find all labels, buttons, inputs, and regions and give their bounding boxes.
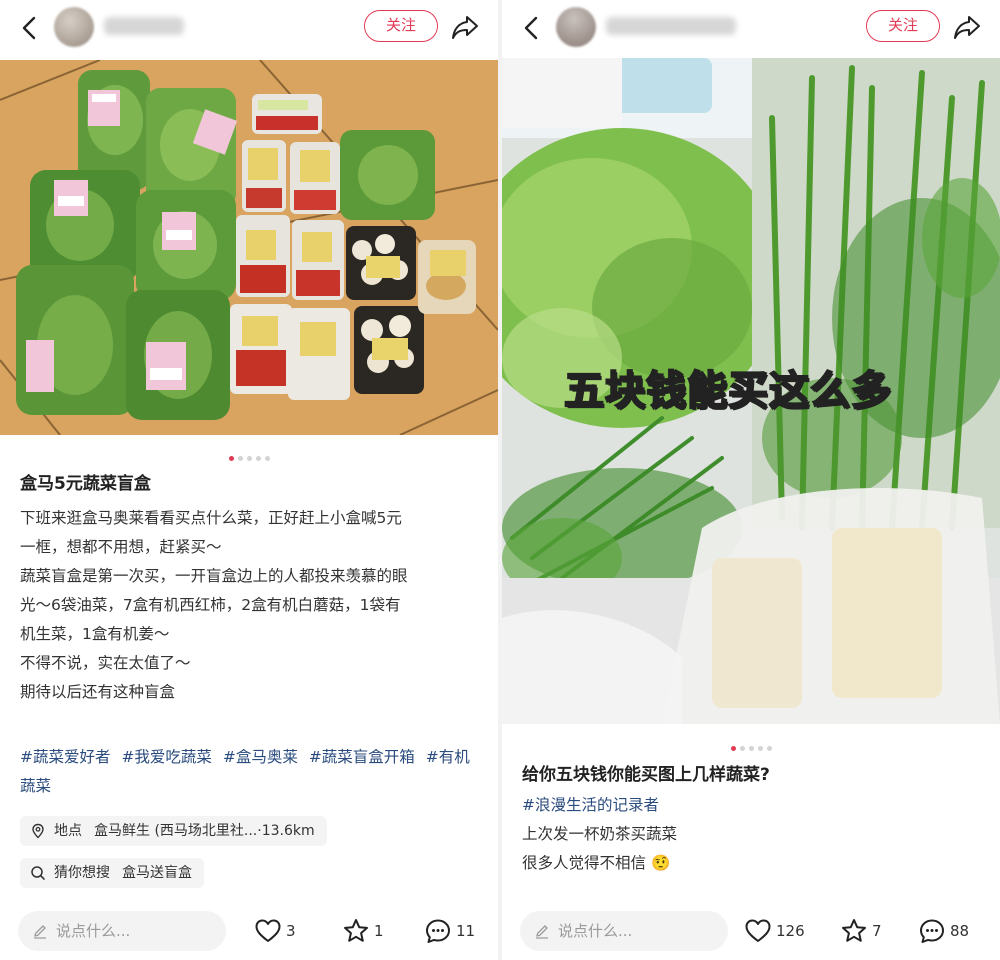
location-pin-icon (32, 823, 44, 839)
post-body-line: 很多人觉得不相信 🤨 (522, 849, 980, 878)
share-icon[interactable] (450, 12, 480, 42)
post-title: 给你五块钱你能买图上几样蔬菜? (522, 765, 770, 785)
search-suggestion: 盒马送盲盒 (122, 865, 192, 881)
pencil-icon (34, 925, 46, 939)
author-avatar[interactable] (556, 7, 596, 47)
collect-count: 7 (872, 922, 882, 940)
post-body-line: 机生菜，1盒有机姜～ (20, 625, 170, 643)
pagination-dot (264, 456, 270, 461)
post-image-vegetables[interactable]: 五块钱能买这么多 (502, 58, 1000, 724)
like-count: 3 (286, 922, 296, 940)
bottom-action-bar: 说点什么... 126 7 88 (502, 902, 1000, 960)
post-header: 关注 (0, 0, 498, 56)
comment-count: 11 (456, 922, 476, 940)
post-body-line: 光～6袋油菜，7盒有机西红柿，2盒有机白蘑菇，1袋有 (20, 596, 401, 614)
overlay-caption: 五块钱能买这么多 (563, 367, 892, 415)
post-tags: #浪漫生活的记录者 (522, 791, 976, 820)
post-header: 关注 (502, 0, 1000, 56)
post-body-text: 很多人觉得不相信 (522, 854, 647, 872)
comment-button[interactable]: 88 (918, 916, 969, 946)
pagination-dot-active (730, 746, 736, 751)
pagination-dot (237, 456, 243, 461)
comment-placeholder: 说点什么... (558, 922, 633, 940)
related-search-chip[interactable]: 猜你想搜 盒马送盲盒 (20, 858, 204, 888)
pagination-dot (246, 456, 252, 461)
post-body-line: 不得不说，实在太值了～ (20, 654, 191, 672)
post-body: 上次发一杯奶茶买蔬菜 很多人觉得不相信 🤨 (522, 820, 980, 878)
bottom-action-bar: 说点什么... 3 1 11 (0, 902, 498, 960)
author-name-blurred[interactable] (104, 17, 184, 35)
pagination-dot (748, 746, 754, 751)
location-distance: ·13.6km (257, 823, 315, 839)
post-body-line: 蔬菜盲盒是第一次买，一开盲盒边上的人都投来羡慕的眼 (20, 567, 408, 585)
search-label: 猜你想搜 (54, 865, 110, 881)
author-avatar[interactable] (54, 7, 94, 47)
post-tags: #蔬菜爱好者 #我爱吃蔬菜 #盒马奥莱 #蔬菜盲盒开箱 #有机蔬菜 (20, 743, 474, 801)
follow-button[interactable]: 关注 (364, 10, 438, 42)
like-count: 126 (776, 922, 805, 940)
location-label: 地点 (54, 823, 82, 839)
back-arrow-icon[interactable] (18, 14, 42, 42)
star-icon (842, 919, 866, 942)
star-icon (344, 919, 368, 942)
comment-input[interactable]: 说点什么... (18, 911, 226, 951)
heart-icon (745, 919, 771, 942)
search-icon (31, 866, 45, 880)
post-body-line: 上次发一杯奶茶买蔬菜 (522, 825, 678, 843)
post-image-vegetables[interactable] (0, 60, 498, 435)
collect-count: 1 (374, 922, 384, 940)
post-detail-right: 关注 五块钱能买这么多 给你五块钱你能买图上几样蔬菜? #浪漫生活的记录者 上次… (502, 0, 1000, 960)
pencil-icon (536, 925, 548, 939)
hashtag-link[interactable]: #蔬菜盲盒开箱 (309, 748, 415, 766)
pagination-dot (757, 746, 763, 751)
hashtag-link[interactable]: #浪漫生活的记录者 (522, 796, 659, 814)
share-icon[interactable] (952, 12, 982, 42)
heart-icon (255, 919, 281, 942)
comment-bubble-icon (426, 919, 450, 943)
pagination-dot-active (228, 456, 234, 461)
hashtag-link[interactable]: #盒马奥莱 (223, 748, 298, 766)
hashtag-link[interactable]: #我爱吃蔬菜 (121, 748, 212, 766)
collect-button[interactable]: 1 (342, 916, 384, 946)
like-button[interactable]: 126 (744, 916, 805, 946)
collect-button[interactable]: 7 (840, 916, 882, 946)
comment-button[interactable]: 11 (424, 916, 475, 946)
post-body-line: 下班来逛盒马奥莱看看买点什么菜，正好赶上小盒喊5元 (20, 509, 402, 527)
back-arrow-icon[interactable] (520, 14, 544, 42)
follow-button[interactable]: 关注 (866, 10, 940, 42)
location-value: 盒马鲜生 (西马场北里社... (94, 823, 258, 839)
author-name-blurred[interactable] (606, 17, 736, 35)
image-pagination-dots (0, 446, 498, 461)
pagination-dot (255, 456, 261, 461)
post-body-line: 一框，想都不用想，赶紧买～ (20, 538, 222, 556)
pagination-dot (739, 746, 745, 751)
post-title: 盒马5元蔬菜盲盒 (20, 474, 151, 494)
comment-input[interactable]: 说点什么... (520, 911, 728, 951)
thinking-emoji: 🤨 (650, 854, 671, 872)
comment-count: 88 (950, 922, 970, 940)
comment-placeholder: 说点什么... (56, 922, 131, 940)
pagination-dot (766, 746, 772, 751)
hashtag-link[interactable]: #蔬菜爱好者 (20, 748, 111, 766)
vegetables-photo-illustration (0, 60, 498, 435)
post-detail-left: 关注 盒马5元蔬菜盲盒 下班来逛盒马奥莱看看买点什么菜，正好赶上小盒喊5元 一框… (0, 0, 498, 960)
post-body-line: 期待以后还有这种盲盒 (20, 683, 176, 701)
post-body: 下班来逛盒马奥莱看看买点什么菜，正好赶上小盒喊5元 一框，想都不用想，赶紧买～ … (20, 504, 478, 707)
image-pagination-dots (502, 736, 1000, 751)
like-button[interactable]: 3 (254, 916, 296, 946)
comment-bubble-icon (920, 919, 944, 943)
location-chip[interactable]: 地点 盒马鲜生 (西马场北里社...·13.6km (20, 816, 327, 846)
